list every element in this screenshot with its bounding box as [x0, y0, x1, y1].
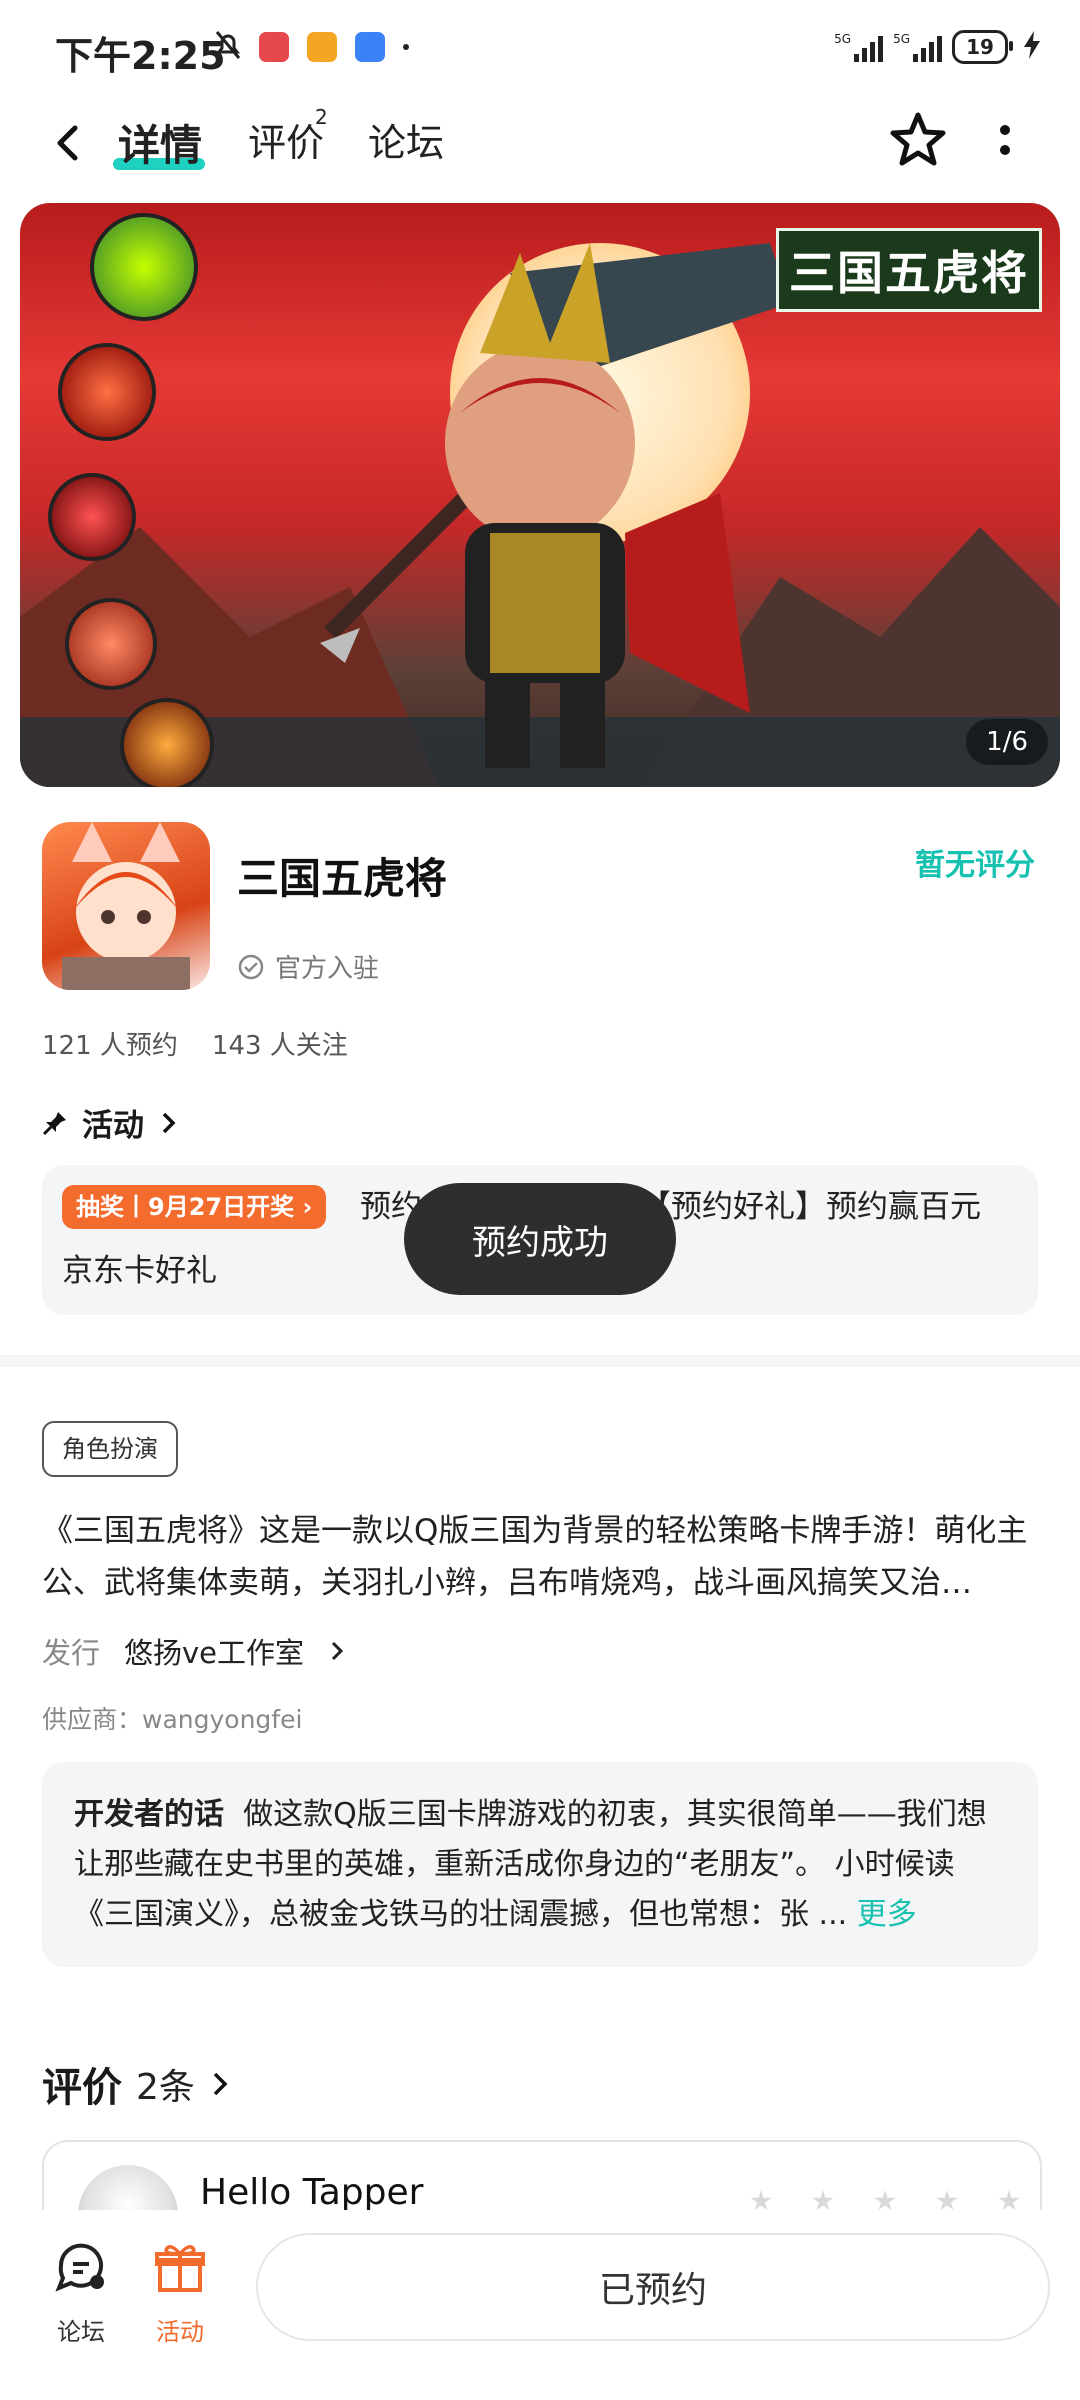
official-label: 官方入驻 — [275, 954, 380, 984]
skill-orb — [65, 598, 157, 690]
banner-game-logo: 三国五虎将 — [776, 228, 1042, 312]
forum-button-label: 论坛 — [57, 2318, 105, 2346]
skill-orb — [48, 473, 136, 561]
skill-orb — [90, 213, 198, 321]
reviews-count: 2条 — [136, 2067, 195, 2108]
signal-icon: 5G — [893, 32, 942, 62]
more-link[interactable]: 更多 — [857, 1897, 917, 1932]
carousel-page-indicator: 1/6 — [966, 719, 1048, 765]
pin-icon — [42, 1111, 66, 1135]
app-icon — [42, 822, 210, 990]
tab-forum[interactable]: 论坛 — [368, 112, 444, 167]
more-options-button[interactable] — [990, 118, 1020, 168]
reviews-section-title: 评价 — [42, 2065, 122, 2111]
charging-icon — [1024, 30, 1040, 64]
publisher-label: 发行 — [42, 1636, 101, 1670]
notification-icons — [215, 30, 409, 64]
app-notification-icon — [307, 32, 337, 62]
review-stars — [750, 2190, 1020, 2212]
tab-details[interactable]: 详情 — [118, 112, 202, 173]
reviews-count-badge: 2 — [315, 105, 328, 129]
app-notification-icon — [355, 32, 385, 62]
reserved-button[interactable]: 已预约 — [256, 2233, 1050, 2341]
star-icon — [750, 2190, 772, 2211]
screenshot-carousel[interactable]: 三国五虎将 1/6 — [20, 203, 1060, 787]
dot-icon — [403, 44, 409, 50]
publisher-link[interactable]: 发行 悠扬ve工作室 — [42, 1630, 346, 1672]
rating-label: 暂无评分 — [915, 848, 1035, 883]
lottery-tag-label: 抽奖丨9月27日开奖 — [76, 1193, 295, 1221]
star-icon — [812, 2190, 834, 2211]
activity-section-link[interactable]: 活动 — [42, 1100, 178, 1145]
official-badge: 官方入驻 — [237, 948, 379, 985]
publisher-name: 悠扬ve工作室 — [124, 1636, 305, 1670]
activity-section-title: 活动 — [82, 1108, 144, 1144]
activity-button[interactable]: 活动 — [135, 2240, 225, 2347]
reviews-section-link[interactable]: 评价 2条 — [42, 2055, 231, 2113]
forum-chat-icon — [55, 2243, 104, 2292]
back-arrow-icon — [57, 125, 78, 161]
chevron-right-icon — [213, 2072, 228, 2096]
game-description[interactable]: 《三国五虎将》这是一款以Q版三国为背景的轻松策略卡牌手游！萌化主公、武将集体卖萌… — [42, 1505, 1038, 1609]
chevron-right-icon — [162, 1112, 176, 1133]
status-right: 5G 5G 19 — [834, 30, 1040, 64]
developer-note-text: 开发者的话 做这款Q版三国卡牌游戏的初衷，其实很简单——我们想让那些藏在史书里的… — [74, 1790, 1009, 1940]
section-divider — [0, 1355, 1080, 1367]
more-vertical-icon — [1000, 125, 1010, 155]
reservation-success-toast: 预约成功 — [404, 1183, 676, 1295]
star-icon — [936, 2190, 958, 2211]
app-stats: 121 人预约 143 人关注 — [42, 1025, 348, 1062]
star-icon — [998, 2190, 1020, 2211]
activity-button-label: 活动 — [156, 2318, 204, 2346]
verified-check-icon — [238, 954, 264, 979]
back-button[interactable] — [45, 118, 95, 168]
reservation-count: 121 人预约 — [42, 1031, 178, 1061]
activity-text-title: 【预约好礼】预约赢百元 — [640, 1189, 981, 1225]
developer-note-heading: 开发者的话 — [74, 1797, 224, 1832]
star-icon — [874, 2190, 896, 2211]
app-notification-icon — [259, 32, 289, 62]
mute-icon — [215, 30, 241, 64]
hero-character-illustration — [320, 243, 790, 768]
genre-tag[interactable]: 角色扮演 — [42, 1421, 178, 1477]
skill-orb — [58, 343, 156, 441]
forum-button[interactable]: 论坛 — [36, 2240, 126, 2347]
favorite-button[interactable] — [888, 110, 948, 170]
follower-count: 143 人关注 — [211, 1031, 348, 1061]
lottery-tag[interactable]: 抽奖丨9月27日开奖 › — [62, 1185, 327, 1229]
review-username: Hello Tapper — [200, 2172, 424, 2213]
battery-icon: 19 — [952, 30, 1013, 64]
signal-icon: 5G — [834, 32, 884, 62]
star-icon — [890, 112, 946, 166]
supplier-info: 供应商：wangyongfei — [42, 1705, 303, 1734]
chevron-right-icon — [331, 1641, 344, 1661]
tab-reviews[interactable]: 评价 — [248, 112, 324, 167]
status-time: 下午2:25 — [55, 34, 226, 78]
battery-level: 19 — [966, 35, 994, 59]
skill-orb — [120, 698, 214, 787]
activity-text-continued: 京东卡好礼 — [62, 1253, 217, 1289]
gift-icon — [155, 2245, 205, 2292]
app-title: 三国五虎将 — [237, 854, 448, 903]
